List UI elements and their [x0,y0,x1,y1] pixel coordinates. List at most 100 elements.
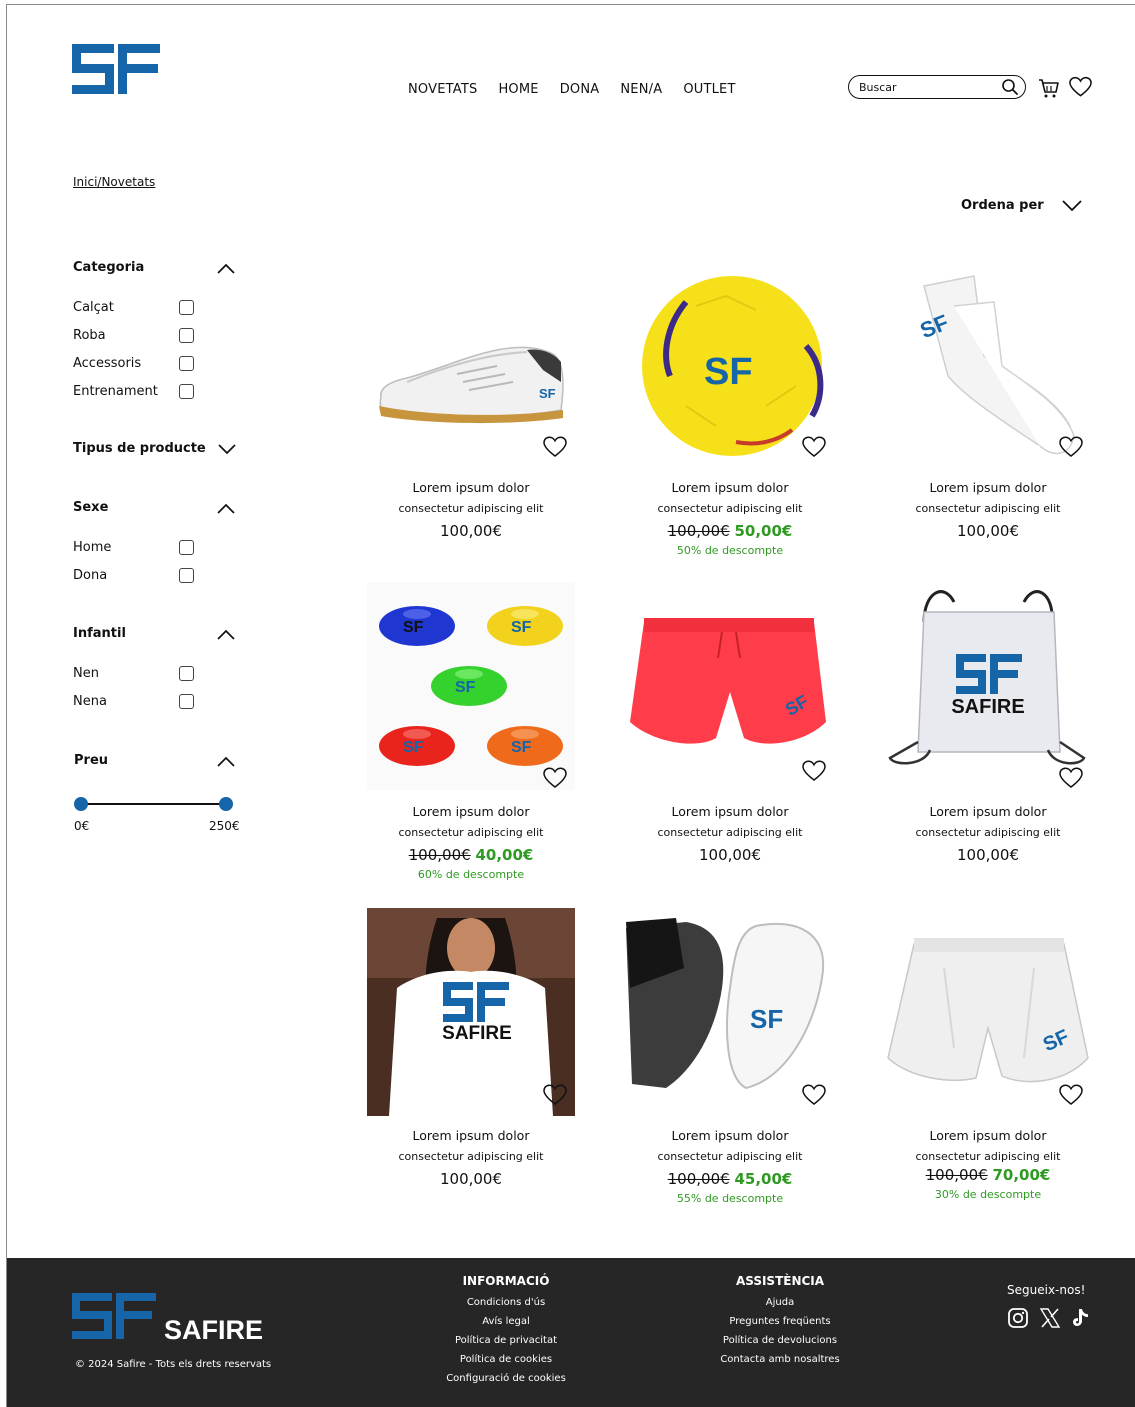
nav-item-novetats[interactable]: NOVETATS [408,82,477,97]
search-box [848,75,1026,99]
product-desc: consectetur adipiscing elit [915,1150,1061,1163]
wishlist-heart-icon[interactable] [1059,767,1083,789]
footer-link[interactable]: Política de devolucions [700,1331,860,1350]
price-slider-track[interactable] [80,803,226,805]
instagram-icon[interactable] [1007,1307,1029,1329]
checkbox-nen[interactable] [179,666,194,681]
chevron-up-icon[interactable] [217,629,235,640]
footer-link[interactable]: Preguntes freqüents [700,1312,860,1331]
product-card-8[interactable]: Lorem ipsum dolor consectetur adipiscing… [626,1128,834,1205]
footer-link[interactable]: Avís legal [426,1312,586,1331]
product-image-bag[interactable]: SAFIRE [884,582,1092,790]
filter-label-roba: Roba [73,328,106,343]
chevron-up-icon[interactable] [217,503,235,514]
product-name: Lorem ipsum dolor [929,804,1047,819]
footer-assist-column: ASSISTÈNCIA Ajuda Preguntes freqüents Po… [700,1274,860,1369]
product-name: Lorem ipsum dolor [929,480,1047,495]
svg-text:SF: SF [539,386,556,401]
wishlist-heart-icon[interactable] [543,436,567,458]
product-sale-price: 45,00€ [734,1170,793,1188]
chevron-up-icon[interactable] [217,756,235,767]
wishlist-heart-icon[interactable] [543,767,567,789]
product-card-5[interactable]: Lorem ipsum dolor consectetur adipiscing… [626,804,834,864]
footer-logo[interactable]: SAFIRE [72,1293,272,1345]
checkbox-roba[interactable] [179,328,194,343]
footer-link[interactable]: Ajuda [700,1293,860,1312]
discount-label: 30% de descompte [934,1188,1042,1201]
product-card-1[interactable]: Lorem ipsum dolor consectetur adipiscing… [367,480,575,540]
footer-link[interactable]: Política de cookies [426,1350,586,1369]
filter-label-entrenament: Entrenament [73,384,158,399]
x-icon[interactable] [1039,1307,1061,1329]
wishlist-heart-icon[interactable] [1059,1084,1083,1106]
wishlist-heart-icon[interactable] [543,1084,567,1106]
product-name: Lorem ipsum dolor [671,804,789,819]
footer-link[interactable]: Configuració de cookies [426,1369,586,1388]
product-card-6[interactable]: Lorem ipsum dolor consectetur adipiscing… [884,804,1092,864]
footer-link[interactable]: Política de privacitat [426,1331,586,1350]
checkbox-calcat[interactable] [179,300,194,315]
filter-title-sexe[interactable]: Sexe [73,500,108,515]
product-card-9[interactable]: Lorem ipsum dolor consectetur adipiscing… [884,1128,1092,1201]
checkbox-dona[interactable] [179,568,194,583]
chevron-down-icon[interactable] [218,444,236,455]
product-card-7[interactable]: Lorem ipsum dolor consectetur adipiscing… [367,1128,575,1188]
product-card-3[interactable]: Lorem ipsum dolor consectetur adipiscing… [884,480,1092,540]
wishlist-heart-icon[interactable] [802,760,826,782]
svg-text:SF: SF [403,619,424,636]
footer-assist-title: ASSISTÈNCIA [735,1274,825,1288]
product-card-4[interactable]: Lorem ipsum dolor consectetur adipiscing… [367,804,575,881]
product-image-red-shorts[interactable]: SF [626,582,834,790]
product-old-price: 100,00€ [667,1170,730,1188]
product-name: Lorem ipsum dolor [671,480,789,495]
price-max-label: 250€ [209,819,240,833]
product-image-cones[interactable]: SF SF SF SF SF [367,582,575,790]
footer: SAFIRE © 2024 Safire - Tots els drets re… [7,1258,1135,1407]
discount-label: 50% de descompte [676,544,784,557]
price-slider-max-handle[interactable] [219,797,233,811]
checkbox-entrenament[interactable] [179,384,194,399]
product-price: 100,00€ [956,846,1020,864]
sort-label: Ordena per [961,198,1044,213]
footer-link[interactable]: Contacta amb nosaltres [700,1350,860,1369]
product-old-price: 100,00€ [925,1166,988,1184]
discount-label: 60% de descompte [417,868,525,881]
nav-item-outlet[interactable]: OUTLET [683,82,735,97]
product-card-2[interactable]: Lorem ipsum dolor consectetur adipiscing… [626,480,834,557]
search-icon[interactable] [1001,78,1019,96]
wishlist-heart-icon[interactable] [1069,76,1092,98]
filter-title-tipus[interactable]: Tipus de producte [73,441,206,456]
filter-title-categoria[interactable]: Categoria [73,260,144,275]
wishlist-heart-icon[interactable] [1059,436,1083,458]
search-input[interactable] [859,80,999,94]
checkbox-accessoris[interactable] [179,356,194,371]
nav-item-dona[interactable]: DONA [560,82,600,97]
svg-text:SF: SF [511,739,532,756]
checkbox-nena[interactable] [179,694,194,709]
bag-brand-text: SAFIRE [951,696,1024,718]
checkbox-home[interactable] [179,540,194,555]
cart-icon[interactable] [1038,77,1060,99]
sort-dropdown[interactable]: Ordena per [961,198,1082,213]
filter-title-infantil[interactable]: Infantil [73,626,126,641]
product-desc: consectetur adipiscing elit [657,502,803,515]
tiktok-icon[interactable] [1070,1307,1092,1329]
filter-title-preu[interactable]: Preu [74,753,108,768]
price-min-label: 0€ [74,819,90,833]
chevron-down-icon [1062,199,1082,211]
price-slider-min-handle[interactable] [74,797,88,811]
discount-label: 55% de descompte [676,1192,784,1205]
chevron-up-icon[interactable] [217,263,235,274]
wishlist-heart-icon[interactable] [802,1084,826,1106]
wishlist-heart-icon[interactable] [802,436,826,458]
breadcrumb[interactable]: Inici/Novetats [73,175,155,189]
svg-text:SF: SF [511,619,532,636]
filter-label-home: Home [73,540,112,555]
nav-item-home[interactable]: HOME [498,82,538,97]
footer-link[interactable]: Condicions d'ús [426,1293,586,1312]
svg-text:SF: SF [704,351,753,393]
product-price: 100,00€ [439,522,503,540]
brand-logo[interactable] [72,44,160,94]
product-name: Lorem ipsum dolor [412,804,530,819]
nav-item-nena[interactable]: NEN/A [620,82,662,97]
